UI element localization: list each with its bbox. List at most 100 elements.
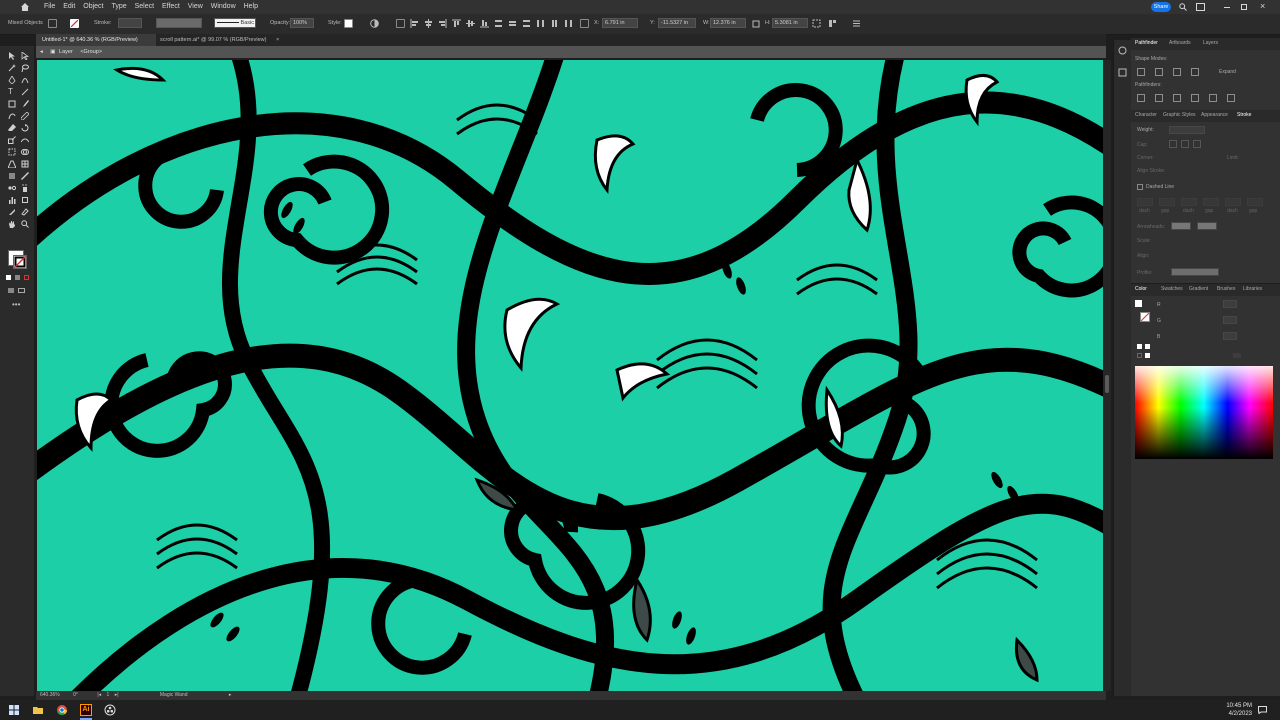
tab-libraries[interactable]: Libraries [1243, 286, 1262, 292]
outline-button[interactable] [1209, 94, 1217, 102]
perspective-grid-tool-icon[interactable] [8, 160, 16, 168]
distribute-hcenter-icon[interactable] [550, 19, 559, 28]
paintbrush-tool-icon[interactable] [21, 100, 29, 108]
graphic-style-swatch[interactable] [344, 19, 353, 28]
tab-swatches[interactable]: Swatches [1161, 286, 1183, 292]
stroke-weight-field[interactable] [118, 18, 142, 28]
tab-stroke[interactable]: Stroke [1237, 112, 1251, 118]
w-field[interactable]: 12.376 in [710, 18, 746, 28]
divide-button[interactable] [1137, 94, 1145, 102]
tab-close-icon[interactable]: × [276, 37, 279, 43]
gap-field-2[interactable] [1203, 198, 1219, 206]
align-top-icon[interactable] [452, 19, 461, 28]
selection-tool-icon[interactable] [8, 52, 16, 60]
graph-tool-icon[interactable] [8, 196, 16, 204]
back-arrow-icon[interactable]: ◂ [40, 49, 43, 55]
breadcrumb-layer[interactable]: Layer [59, 49, 73, 55]
menu-window[interactable]: Window [211, 0, 236, 14]
variable-width-profile[interactable] [156, 18, 202, 28]
rectangle-tool-icon[interactable] [8, 100, 16, 108]
menu-file[interactable]: File [44, 0, 55, 14]
stroke-color-swatch[interactable] [13, 255, 27, 269]
brush-definition[interactable]: Basic [214, 18, 256, 28]
libraries-panel-icon[interactable] [1118, 68, 1127, 77]
hand-tool-icon[interactable] [8, 220, 16, 228]
align-center-icon[interactable] [424, 19, 433, 28]
reference-point-icon[interactable] [580, 19, 589, 28]
system-clock[interactable]: 10:45 PM 4/2/2023 [1226, 702, 1252, 718]
chrome-icon[interactable] [56, 704, 68, 716]
close-icon[interactable]: × [1260, 1, 1265, 11]
direct-selection-tool-icon[interactable] [21, 52, 29, 60]
menu-object[interactable]: Object [83, 0, 103, 14]
weight-field[interactable] [1169, 126, 1205, 134]
stroke-indicator[interactable] [1140, 312, 1150, 322]
blend-tool-icon[interactable] [8, 184, 16, 192]
edit-toolbar-icon[interactable]: ••• [12, 300, 20, 309]
white-swatch-2[interactable] [1145, 353, 1150, 358]
curvature-tool-icon[interactable] [21, 76, 29, 84]
minus-back-button[interactable] [1227, 94, 1235, 102]
scale-tool-icon[interactable] [8, 136, 16, 144]
artboard-tool-icon[interactable] [21, 196, 29, 204]
screen-mode-icon[interactable] [18, 288, 25, 293]
expand-button[interactable]: Expand [1219, 69, 1236, 75]
draw-mode-icon[interactable] [8, 288, 14, 293]
dashed-line-checkbox[interactable] [1137, 184, 1143, 190]
unite-button[interactable] [1137, 68, 1145, 76]
r-field[interactable] [1223, 300, 1237, 308]
panel-menu-icon[interactable] [852, 19, 861, 28]
line-tool-icon[interactable] [21, 88, 29, 96]
default-colors-icon[interactable] [1137, 344, 1142, 349]
exclude-button[interactable] [1191, 68, 1199, 76]
gap-field-1[interactable] [1159, 198, 1175, 206]
tab-scroll-pattern[interactable]: scroll pattern.ai* @ 99.07 % (RGB/Previe… [154, 34, 296, 46]
menu-edit[interactable]: Edit [63, 0, 75, 14]
align-to-icon[interactable] [396, 19, 405, 28]
g-field[interactable] [1223, 316, 1237, 324]
h-field[interactable]: 5.3081 in [772, 18, 808, 28]
free-transform-tool-icon[interactable] [8, 148, 16, 156]
status-arrow-icon[interactable]: ▸ [229, 692, 232, 698]
first-artboard-icon[interactable]: |◂ [97, 692, 101, 698]
notifications-icon[interactable] [1258, 706, 1267, 714]
arrowhead-end-select[interactable] [1197, 222, 1217, 230]
white-swatch[interactable] [1145, 344, 1150, 349]
menu-select[interactable]: Select [135, 0, 154, 14]
menu-view[interactable]: View [188, 0, 203, 14]
color-mode-icon[interactable] [15, 275, 20, 280]
eraser-tool-icon[interactable] [8, 124, 16, 132]
opacity-field[interactable]: 100% [290, 18, 314, 28]
shaper-tool-icon[interactable] [8, 112, 16, 120]
tab-layers[interactable]: Layers [1203, 40, 1218, 46]
distribute-left-icon[interactable] [536, 19, 545, 28]
butt-cap-button[interactable] [1169, 140, 1177, 148]
profile-select[interactable] [1171, 268, 1219, 276]
distribute-bottom-icon[interactable] [522, 19, 531, 28]
merge-button[interactable] [1173, 94, 1181, 102]
projecting-cap-button[interactable] [1193, 140, 1201, 148]
scrollbar-thumb[interactable] [1105, 375, 1109, 393]
opacity-label[interactable]: Opacity: [270, 20, 290, 26]
type-tool-icon[interactable]: T [8, 88, 16, 96]
zoom-level[interactable]: 640.36% [40, 692, 60, 698]
dash-field-3[interactable] [1225, 198, 1241, 206]
artboard-canvas[interactable] [37, 60, 1103, 691]
tab-pathfinder[interactable]: Pathfinder [1135, 40, 1158, 46]
rotation-level[interactable]: 0° [73, 692, 78, 698]
lasso-tool-icon[interactable] [21, 64, 29, 72]
pencil-tool-icon[interactable] [21, 112, 29, 120]
search-icon[interactable] [1179, 3, 1187, 11]
transform-icon[interactable] [812, 19, 821, 28]
b-field[interactable] [1223, 332, 1237, 340]
intersect-button[interactable] [1173, 68, 1181, 76]
default-fill-stroke-icon[interactable] [6, 275, 11, 280]
align-left-icon[interactable] [410, 19, 419, 28]
dash-field-1[interactable] [1137, 198, 1153, 206]
illustrator-icon[interactable]: Ai [80, 704, 92, 716]
menu-type[interactable]: Type [111, 0, 126, 14]
y-field[interactable]: -11.5327 in [658, 18, 696, 28]
tab-untitled-1[interactable]: Untitled-1* @ 640.36 % (RGB/Preview) × [36, 34, 156, 55]
slice-tool-icon[interactable] [8, 208, 16, 216]
color-spectrum[interactable] [1135, 366, 1273, 459]
